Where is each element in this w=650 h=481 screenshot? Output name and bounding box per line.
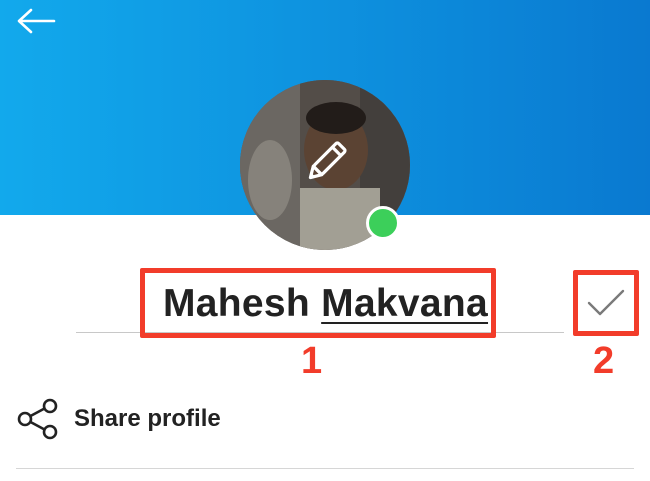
name-highlight-box [140, 268, 496, 338]
profile-avatar-container[interactable] [240, 80, 410, 250]
online-status-indicator [366, 206, 400, 240]
share-icon [17, 398, 58, 440]
section-divider [16, 468, 634, 469]
share-profile-button[interactable]: Share profile [16, 396, 516, 442]
arrow-left-icon [17, 8, 56, 34]
checkmark-icon [587, 289, 625, 316]
back-button[interactable] [14, 6, 58, 36]
callout-number-1: 1 [301, 340, 323, 382]
confirm-name-button[interactable] [573, 270, 639, 336]
pencil-edit-icon[interactable] [302, 138, 350, 186]
callout-number-2: 2 [593, 340, 615, 382]
share-profile-label: Share profile [74, 405, 221, 432]
